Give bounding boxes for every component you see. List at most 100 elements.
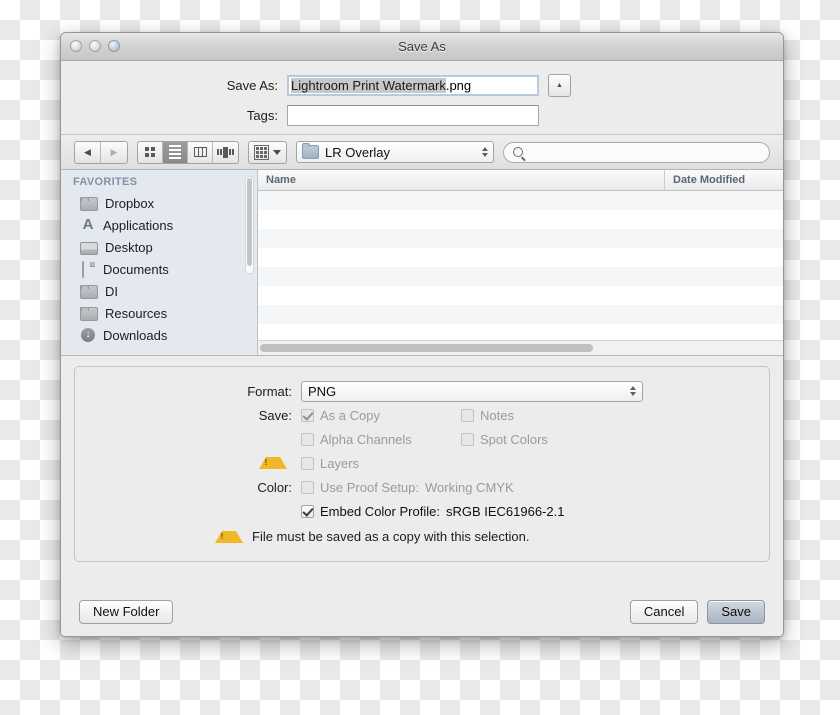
save-button[interactable]: Save <box>707 599 765 624</box>
warning-triangle-icon <box>215 530 243 543</box>
document-icon <box>80 261 96 278</box>
checkbox-icon[interactable] <box>461 408 474 422</box>
filename-input[interactable]: Lightroom Print Watermark .png <box>287 75 539 96</box>
sidebar-item-resources[interactable]: Resources <box>61 302 257 324</box>
coverflow-view-button[interactable] <box>213 142 238 163</box>
save-as-row: Save As: Lightroom Print Watermark .png ▲ <box>61 74 783 97</box>
column-header-date-modified[interactable]: Date Modified <box>665 170 783 190</box>
as-a-copy-checkbox-item[interactable]: As a Copy <box>301 408 461 423</box>
options-panel-wrap: Format: PNG Save: As a Copy Notes Alpha … <box>61 356 783 587</box>
file-browser: FAVORITES Dropbox A Applications Desktop… <box>61 170 783 356</box>
table-row[interactable] <box>258 324 783 340</box>
view-mode-segment <box>137 140 239 164</box>
stepper-arrows-icon <box>482 147 488 157</box>
notes-checkbox-item[interactable]: Notes <box>461 408 514 423</box>
embed-profile-row: Embed Color Profile: sRGB IEC61966-2.1 <box>75 499 769 523</box>
save-options-panel: Format: PNG Save: As a Copy Notes Alpha … <box>74 366 770 562</box>
back-button[interactable]: ◀ <box>75 141 101 163</box>
save-label: Save: <box>258 407 292 423</box>
location-label: LR Overlay <box>325 144 391 160</box>
navigation-segment: ◀ ▶ <box>74 140 128 164</box>
zoom-button[interactable] <box>108 40 120 52</box>
use-proof-setup-value: Working CMYK <box>425 479 514 495</box>
location-popup-button[interactable]: LR Overlay <box>296 141 494 163</box>
use-proof-setup-label: Use Proof Setup: <box>320 479 419 495</box>
table-row[interactable] <box>258 267 783 286</box>
desktop-icon <box>80 241 98 255</box>
cancel-button[interactable]: Cancel <box>629 599 699 624</box>
file-list-rows <box>258 191 783 340</box>
icon-view-button[interactable] <box>138 141 163 163</box>
forward-button[interactable]: ▶ <box>101 142 127 163</box>
save-as-label: Save As: <box>226 78 278 93</box>
checkbox-icon[interactable] <box>301 408 314 422</box>
search-field[interactable] <box>503 141 770 163</box>
file-list-header: Name Date Modified <box>258 170 783 191</box>
proof-setup-row: Color: Use Proof Setup: Working CMYK <box>75 475 769 499</box>
sidebar-item-label: Dropbox <box>105 195 155 211</box>
embed-color-profile-value: sRGB IEC61966-2.1 <box>445 503 565 519</box>
arrange-grid-icon <box>254 144 269 160</box>
notes-label: Notes <box>480 407 514 423</box>
sidebar-item-label: Applications <box>103 217 174 233</box>
folder-icon <box>302 143 319 159</box>
sidebar-item-dropbox[interactable]: Dropbox <box>61 192 257 214</box>
collapse-disclosure-button[interactable]: ▲ <box>548 74 571 97</box>
column-view-button[interactable] <box>188 141 213 163</box>
chevron-up-icon: ▲ <box>556 82 563 89</box>
alpha-channels-label: Alpha Channels <box>320 431 412 447</box>
layers-row: Layers <box>75 451 769 475</box>
sidebar-item-di[interactable]: DI <box>61 280 257 302</box>
table-row[interactable] <box>258 210 783 229</box>
search-icon <box>513 147 523 157</box>
warning-triangle-icon <box>259 457 287 469</box>
save-options-row-1: Save: As a Copy Notes <box>75 403 769 427</box>
sidebar-scrollbar[interactable] <box>245 176 254 274</box>
sidebar-item-label: DI <box>105 283 118 299</box>
folder-icon <box>80 307 98 321</box>
checkbox-icon[interactable] <box>301 432 314 446</box>
dialog-button-bar: New Folder Cancel Save <box>61 587 783 636</box>
alpha-channels-checkbox-item[interactable]: Alpha Channels <box>301 432 461 447</box>
folder-icon <box>80 197 98 211</box>
arrange-by-button[interactable] <box>248 140 287 164</box>
table-row[interactable] <box>258 229 783 248</box>
sidebar-section-header: FAVORITES <box>73 176 138 188</box>
tags-label: Tags: <box>246 108 278 123</box>
checkbox-icon[interactable] <box>301 504 314 518</box>
format-select[interactable]: PNG <box>301 380 643 402</box>
column-header-name[interactable]: Name <box>258 170 665 190</box>
sidebar-item-desktop[interactable]: Desktop <box>61 236 257 258</box>
minimize-button[interactable] <box>89 40 101 52</box>
window-title: Save As <box>398 39 446 54</box>
table-row[interactable] <box>258 191 783 210</box>
table-row[interactable] <box>258 248 783 267</box>
table-row[interactable] <box>258 305 783 324</box>
sidebar-item-label: Desktop <box>105 239 153 255</box>
save-options-row-2: Alpha Channels Spot Colors <box>75 427 769 451</box>
checkbox-icon[interactable] <box>301 480 314 494</box>
spot-colors-checkbox-item[interactable]: Spot Colors <box>461 432 548 447</box>
embed-color-profile-checkbox-item[interactable]: Embed Color Profile: sRGB IEC61966-2.1 <box>301 504 564 519</box>
table-row[interactable] <box>258 286 783 305</box>
use-proof-setup-checkbox-item[interactable]: Use Proof Setup: Working CMYK <box>301 480 514 495</box>
layers-warning-slot <box>75 457 301 469</box>
filename-selected-text: Lightroom Print Watermark <box>291 78 446 93</box>
tags-row: Tags: <box>61 105 783 126</box>
sidebar-item-downloads[interactable]: ↓ Downloads <box>61 324 257 346</box>
grid-icon <box>145 147 155 157</box>
format-value: PNG <box>308 383 337 399</box>
forward-arrow-icon: ▶ <box>110 146 118 157</box>
layers-checkbox-item[interactable]: Layers <box>301 456 359 471</box>
close-button[interactable] <box>70 40 82 52</box>
sidebar-item-applications[interactable]: A Applications <box>61 214 257 236</box>
list-view-button[interactable] <box>163 141 188 163</box>
file-list-horizontal-scrollbar[interactable] <box>258 340 783 355</box>
checkbox-icon[interactable] <box>461 432 474 446</box>
checkbox-icon[interactable] <box>301 456 314 470</box>
sidebar-item-documents[interactable]: Documents <box>61 258 257 280</box>
favorites-sidebar: FAVORITES Dropbox A Applications Desktop… <box>61 170 258 355</box>
warning-message: File must be saved as a copy with this s… <box>252 529 530 544</box>
tags-input[interactable] <box>287 105 539 126</box>
new-folder-button[interactable]: New Folder <box>79 599 174 624</box>
